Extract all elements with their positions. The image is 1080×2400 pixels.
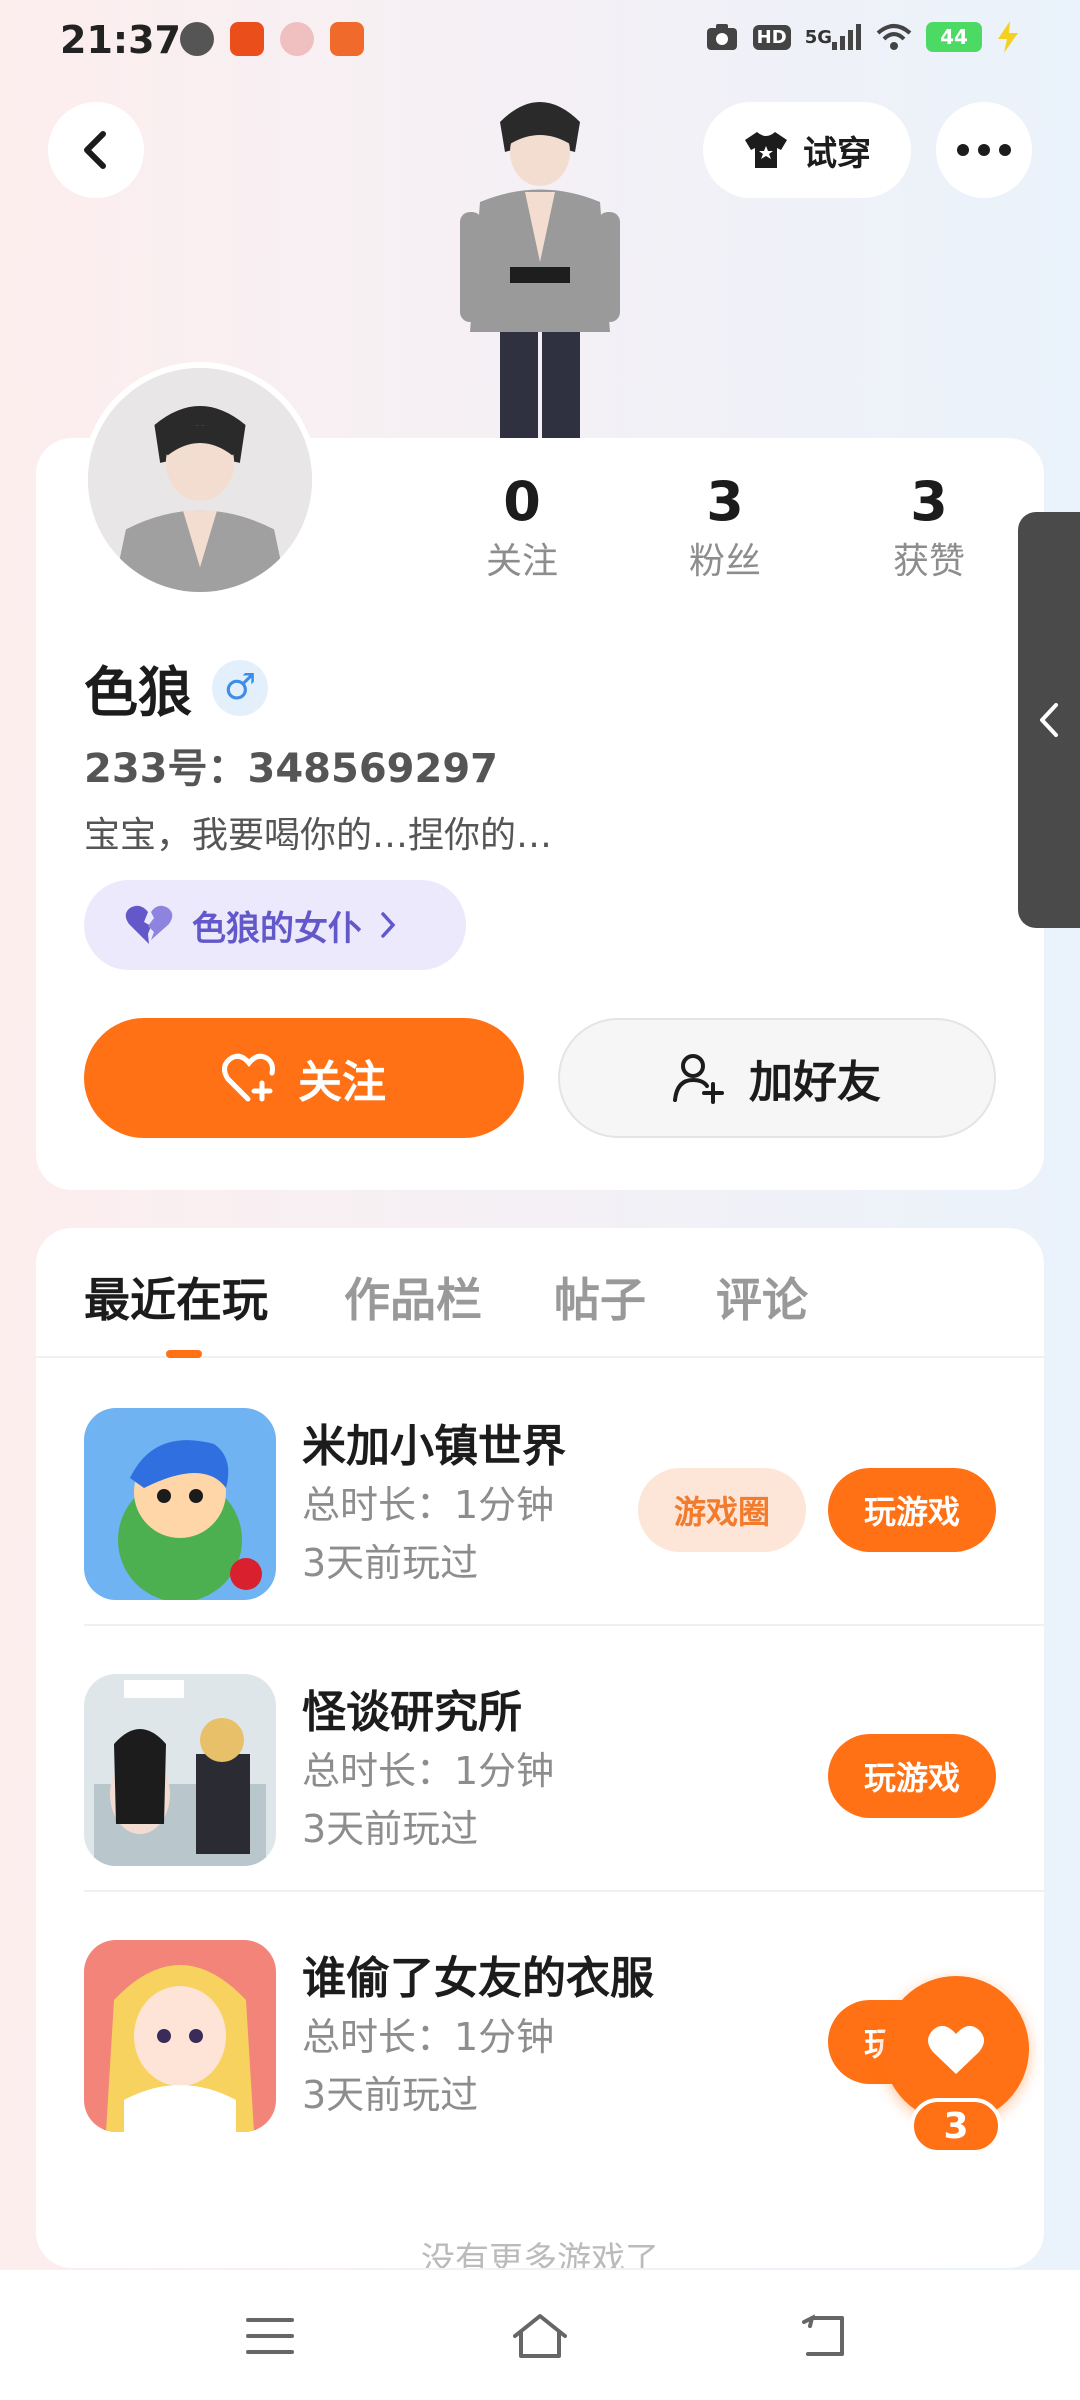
- app-notification-icon: [230, 22, 264, 56]
- wifi-icon: [876, 24, 912, 50]
- stat-value: 3: [706, 470, 744, 533]
- play-game-button[interactable]: 玩游戏: [828, 1468, 996, 1552]
- games-card: 最近在玩 作品栏 帖子 评论 米加小镇世界 总时长：1分钟 3天前玩过 游戏圈 …: [36, 1228, 1044, 2268]
- back-nav-icon: [802, 2314, 844, 2356]
- signal-icon: 5G: [805, 20, 862, 54]
- game-duration: 总时长：1分钟: [302, 1483, 555, 1527]
- stat-value: 3: [910, 470, 948, 533]
- stat-following[interactable]: 0 关注: [442, 470, 602, 590]
- wechat-icon: [180, 22, 214, 56]
- broken-heart-icon: [125, 905, 173, 944]
- heart-icon: [928, 2025, 984, 2074]
- game-last-played: 3天前玩过: [302, 1807, 479, 1851]
- try-on-button[interactable]: 试穿: [703, 102, 911, 198]
- status-time: 21:37: [60, 18, 181, 62]
- charging-icon: [998, 21, 1018, 53]
- add-friend-label: 加好友: [749, 1057, 881, 1108]
- play-game-button[interactable]: 玩游戏: [828, 1734, 996, 1818]
- game-icon: [84, 1940, 276, 2132]
- status-bar: 21:37 HD 5G 44: [0, 0, 1080, 80]
- tab-posts[interactable]: 帖子: [554, 1264, 646, 1330]
- chevron-right-icon: [381, 912, 396, 938]
- stat-label: 获赞: [892, 541, 965, 582]
- game-title: 米加小镇世界: [302, 1421, 566, 1472]
- app-notification-icon: [330, 22, 364, 56]
- game-duration: 总时长：1分钟: [302, 1749, 555, 1793]
- tshirt-icon: [745, 132, 787, 168]
- game-icon: [84, 1674, 276, 1866]
- tab-works[interactable]: 作品栏: [344, 1264, 482, 1330]
- character-figure: [460, 102, 620, 442]
- game-title: 怪谈研究所: [302, 1687, 522, 1738]
- game-last-played: 3天前玩过: [302, 1541, 479, 1585]
- map-pin-icon: [280, 22, 314, 56]
- add-friend-button[interactable]: 加好友: [558, 1018, 996, 1138]
- username-row: 色狼 ♂: [84, 648, 268, 727]
- back-button[interactable]: [48, 102, 144, 198]
- game-last-played: 3天前玩过: [302, 2073, 479, 2117]
- relation-chip[interactable]: 色狼的女仆: [84, 880, 466, 970]
- hd-icon: HD: [752, 20, 791, 54]
- avatar-image: [88, 368, 312, 592]
- stat-followers[interactable]: 3 粉丝: [645, 470, 805, 590]
- no-more-games-text: 没有更多游戏了: [421, 2240, 659, 2268]
- notification-icons: [180, 22, 364, 56]
- menu-nav-button[interactable]: [240, 2306, 300, 2366]
- game-duration: 总时长：1分钟: [302, 2015, 555, 2059]
- more-dots-icon: [957, 144, 1011, 156]
- game-list-item[interactable]: 米加小镇世界 总时长：1分钟 3天前玩过 游戏圈 玩游戏: [84, 1360, 1044, 1626]
- like-count-badge: 3: [910, 2098, 1002, 2154]
- add-user-icon: [673, 1054, 724, 1104]
- chevron-left-icon: [1040, 703, 1058, 737]
- tab-bar: 最近在玩 作品栏 帖子 评论: [36, 1228, 1044, 1358]
- follow-label: 关注: [298, 1057, 386, 1108]
- try-on-label: 试穿: [803, 133, 871, 174]
- more-options-button[interactable]: [936, 102, 1032, 198]
- heart-plus-icon: [222, 1053, 275, 1102]
- chevron-left-icon: [84, 131, 106, 169]
- home-nav-button[interactable]: [510, 2306, 570, 2366]
- home-icon: [513, 2314, 567, 2358]
- tab-comments[interactable]: 评论: [716, 1264, 808, 1330]
- system-icons: HD 5G 44: [705, 20, 1020, 54]
- username: 色狼: [84, 661, 192, 724]
- stat-label: 关注: [485, 541, 558, 582]
- back-nav-button[interactable]: [795, 2306, 855, 2366]
- tab-recently-played[interactable]: 最近在玩: [84, 1264, 268, 1330]
- stat-value: 0: [503, 470, 541, 533]
- game-icon: [84, 1408, 276, 1600]
- tab-indicator: [166, 1350, 202, 1358]
- game-title: 谁偷了女友的衣服: [302, 1953, 654, 2004]
- relation-chip-label: 色狼的女仆: [192, 908, 362, 949]
- battery-icon: 44: [926, 22, 982, 52]
- follow-button[interactable]: 关注: [84, 1018, 524, 1138]
- user-id: 233号：348569297: [84, 746, 498, 792]
- side-drawer-handle[interactable]: [1018, 512, 1080, 928]
- stat-label: 粉丝: [688, 541, 761, 582]
- system-nav-bar: [0, 2270, 1080, 2400]
- camera-icon: [706, 24, 737, 50]
- user-bio: 宝宝，我要喝你的…捏你的…: [84, 815, 553, 856]
- game-list-item[interactable]: 怪谈研究所 总时长：1分钟 3天前玩过 玩游戏: [84, 1626, 1044, 1892]
- stat-likes[interactable]: 3 获赞: [849, 470, 1009, 590]
- game-circle-button[interactable]: 游戏圈: [638, 1468, 806, 1552]
- male-gender-icon: ♂: [212, 659, 268, 716]
- avatar[interactable]: [82, 362, 318, 598]
- menu-icon: [246, 2318, 294, 2354]
